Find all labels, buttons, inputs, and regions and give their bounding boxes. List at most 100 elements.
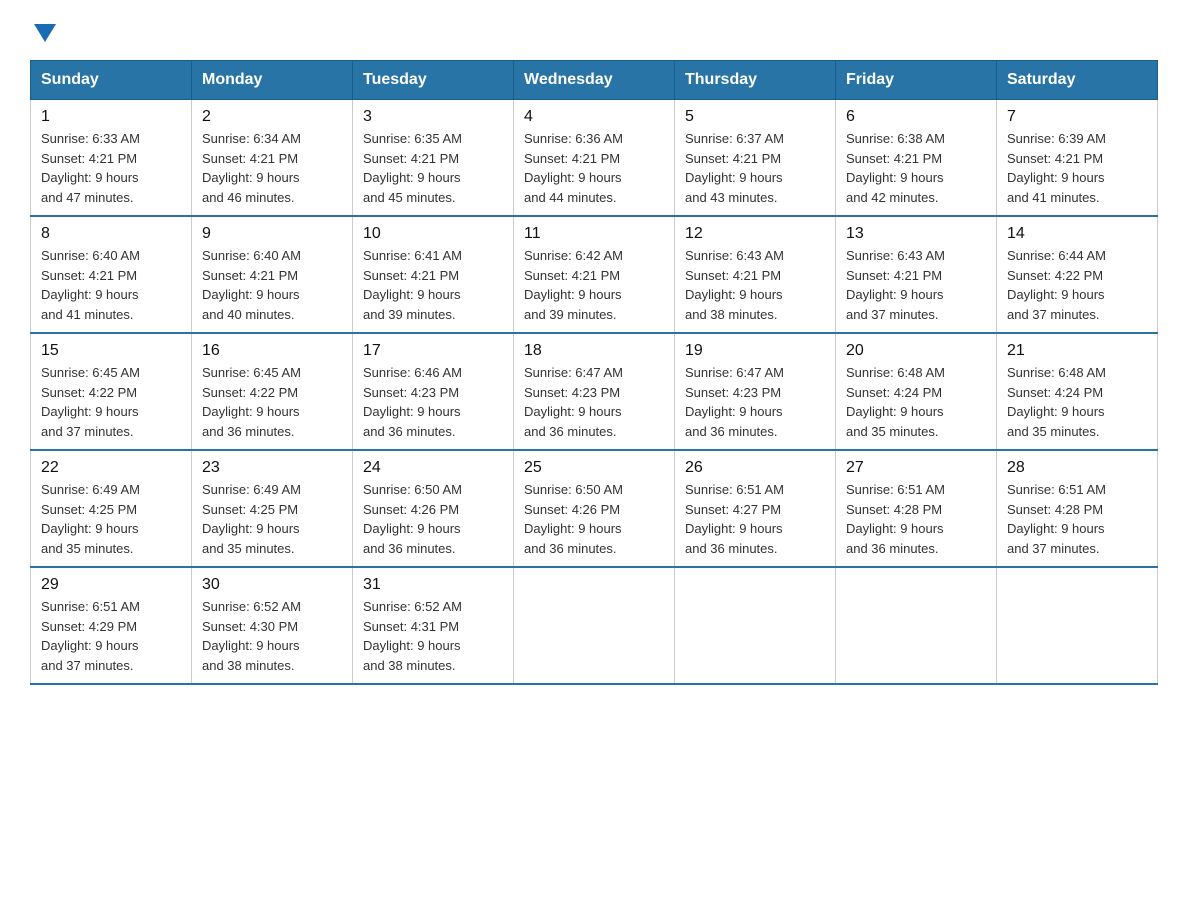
day-info: Sunrise: 6:43 AMSunset: 4:21 PMDaylight:… — [846, 246, 986, 324]
day-number: 23 — [202, 459, 342, 477]
day-cell: 3 Sunrise: 6:35 AMSunset: 4:21 PMDaylight… — [353, 100, 514, 217]
day-number: 17 — [363, 342, 503, 360]
day-cell: 15 Sunrise: 6:45 AMSunset: 4:22 PMDayligh… — [31, 333, 192, 450]
day-number: 3 — [363, 108, 503, 126]
day-info: Sunrise: 6:51 AMSunset: 4:28 PMDaylight:… — [1007, 480, 1147, 558]
day-cell: 24 Sunrise: 6:50 AMSunset: 4:26 PMDayligh… — [353, 450, 514, 567]
day-number: 7 — [1007, 108, 1147, 126]
day-number: 16 — [202, 342, 342, 360]
day-cell: 21Sunrise: 6:48 AMSunset: 4:24 PMDayligh… — [997, 333, 1158, 450]
day-info: Sunrise: 6:36 AMSunset: 4:21 PMDaylight:… — [524, 129, 664, 207]
day-info: Sunrise: 6:49 AMSunset: 4:25 PMDaylight:… — [41, 480, 181, 558]
day-number: 19 — [685, 342, 825, 360]
day-header-thursday: Thursday — [675, 61, 836, 100]
day-info: Sunrise: 6:41 AMSunset: 4:21 PMDaylight:… — [363, 246, 503, 324]
day-header-wednesday: Wednesday — [514, 61, 675, 100]
day-cell — [514, 567, 675, 684]
day-cell: 13 Sunrise: 6:43 AMSunset: 4:21 PMDayligh… — [836, 216, 997, 333]
day-number: 9 — [202, 225, 342, 243]
day-header-sunday: Sunday — [31, 61, 192, 100]
day-info: Sunrise: 6:37 AMSunset: 4:21 PMDaylight:… — [685, 129, 825, 207]
calendar-body: 1Sunrise: 6:33 AMSunset: 4:21 PMDaylight… — [31, 100, 1158, 685]
day-info: Sunrise: 6:34 AMSunset: 4:21 PMDaylight:… — [202, 129, 342, 207]
day-cell: 5 Sunrise: 6:37 AMSunset: 4:21 PMDaylight… — [675, 100, 836, 217]
week-row-2: 8 Sunrise: 6:40 AMSunset: 4:21 PMDaylight… — [31, 216, 1158, 333]
day-number: 28 — [1007, 459, 1147, 477]
day-number: 5 — [685, 108, 825, 126]
day-cell: 20 Sunrise: 6:48 AMSunset: 4:24 PMDayligh… — [836, 333, 997, 450]
day-info: Sunrise: 6:48 AMSunset: 4:24 PMDaylight:… — [846, 363, 986, 441]
day-info: Sunrise: 6:35 AMSunset: 4:21 PMDaylight:… — [363, 129, 503, 207]
day-number: 11 — [524, 225, 664, 243]
day-info: Sunrise: 6:42 AMSunset: 4:21 PMDaylight:… — [524, 246, 664, 324]
day-header-tuesday: Tuesday — [353, 61, 514, 100]
day-cell: 7 Sunrise: 6:39 AMSunset: 4:21 PMDaylight… — [997, 100, 1158, 217]
day-cell: 4Sunrise: 6:36 AMSunset: 4:21 PMDaylight… — [514, 100, 675, 217]
day-cell: 18 Sunrise: 6:47 AMSunset: 4:23 PMDayligh… — [514, 333, 675, 450]
day-number: 6 — [846, 108, 986, 126]
day-number: 31 — [363, 576, 503, 594]
day-info: Sunrise: 6:51 AMSunset: 4:29 PMDaylight:… — [41, 597, 181, 675]
day-info: Sunrise: 6:50 AMSunset: 4:26 PMDaylight:… — [363, 480, 503, 558]
calendar-header: SundayMondayTuesdayWednesdayThursdayFrid… — [31, 61, 1158, 100]
day-header-row: SundayMondayTuesdayWednesdayThursdayFrid… — [31, 61, 1158, 100]
day-number: 18 — [524, 342, 664, 360]
day-info: Sunrise: 6:47 AMSunset: 4:23 PMDaylight:… — [524, 363, 664, 441]
day-cell: 23 Sunrise: 6:49 AMSunset: 4:25 PMDayligh… — [192, 450, 353, 567]
day-cell: 29 Sunrise: 6:51 AMSunset: 4:29 PMDayligh… — [31, 567, 192, 684]
day-number: 1 — [41, 108, 181, 126]
day-number: 10 — [363, 225, 503, 243]
day-cell: 12 Sunrise: 6:43 AMSunset: 4:21 PMDayligh… — [675, 216, 836, 333]
day-cell: 16 Sunrise: 6:45 AMSunset: 4:22 PMDayligh… — [192, 333, 353, 450]
day-cell: 2Sunrise: 6:34 AMSunset: 4:21 PMDaylight… — [192, 100, 353, 217]
day-cell: 6 Sunrise: 6:38 AMSunset: 4:21 PMDaylight… — [836, 100, 997, 217]
day-number: 25 — [524, 459, 664, 477]
day-info: Sunrise: 6:38 AMSunset: 4:21 PMDaylight:… — [846, 129, 986, 207]
day-number: 15 — [41, 342, 181, 360]
day-info: Sunrise: 6:43 AMSunset: 4:21 PMDaylight:… — [685, 246, 825, 324]
day-number: 22 — [41, 459, 181, 477]
day-cell: 30 Sunrise: 6:52 AMSunset: 4:30 PMDayligh… — [192, 567, 353, 684]
day-info: Sunrise: 6:51 AMSunset: 4:27 PMDaylight:… — [685, 480, 825, 558]
day-number: 13 — [846, 225, 986, 243]
day-number: 26 — [685, 459, 825, 477]
day-number: 30 — [202, 576, 342, 594]
day-cell: 8Sunrise: 6:40 AMSunset: 4:21 PMDaylight… — [31, 216, 192, 333]
day-number: 20 — [846, 342, 986, 360]
day-number: 29 — [41, 576, 181, 594]
day-number: 21 — [1007, 342, 1147, 360]
day-number: 12 — [685, 225, 825, 243]
day-info: Sunrise: 6:39 AMSunset: 4:21 PMDaylight:… — [1007, 129, 1147, 207]
day-info: Sunrise: 6:44 AMSunset: 4:22 PMDaylight:… — [1007, 246, 1147, 324]
day-number: 8 — [41, 225, 181, 243]
calendar-table: SundayMondayTuesdayWednesdayThursdayFrid… — [30, 60, 1158, 685]
day-number: 24 — [363, 459, 503, 477]
day-cell: 31 Sunrise: 6:52 AMSunset: 4:31 PMDayligh… — [353, 567, 514, 684]
day-header-friday: Friday — [836, 61, 997, 100]
day-info: Sunrise: 6:52 AMSunset: 4:30 PMDaylight:… — [202, 597, 342, 675]
day-info: Sunrise: 6:49 AMSunset: 4:25 PMDaylight:… — [202, 480, 342, 558]
day-info: Sunrise: 6:47 AMSunset: 4:23 PMDaylight:… — [685, 363, 825, 441]
day-info: Sunrise: 6:45 AMSunset: 4:22 PMDaylight:… — [41, 363, 181, 441]
day-number: 27 — [846, 459, 986, 477]
day-info: Sunrise: 6:45 AMSunset: 4:22 PMDaylight:… — [202, 363, 342, 441]
week-row-5: 29 Sunrise: 6:51 AMSunset: 4:29 PMDayligh… — [31, 567, 1158, 684]
day-cell: 26 Sunrise: 6:51 AMSunset: 4:27 PMDayligh… — [675, 450, 836, 567]
week-row-3: 15 Sunrise: 6:45 AMSunset: 4:22 PMDayligh… — [31, 333, 1158, 450]
day-cell: 22 Sunrise: 6:49 AMSunset: 4:25 PMDayligh… — [31, 450, 192, 567]
day-cell — [675, 567, 836, 684]
day-info: Sunrise: 6:40 AMSunset: 4:21 PMDaylight:… — [202, 246, 342, 324]
day-cell: 17Sunrise: 6:46 AMSunset: 4:23 PMDayligh… — [353, 333, 514, 450]
day-cell — [836, 567, 997, 684]
day-info: Sunrise: 6:52 AMSunset: 4:31 PMDaylight:… — [363, 597, 503, 675]
logo-triangle-icon — [34, 24, 56, 42]
day-cell: 9 Sunrise: 6:40 AMSunset: 4:21 PMDaylight… — [192, 216, 353, 333]
day-cell: 27 Sunrise: 6:51 AMSunset: 4:28 PMDayligh… — [836, 450, 997, 567]
day-cell: 1Sunrise: 6:33 AMSunset: 4:21 PMDaylight… — [31, 100, 192, 217]
day-cell: 14Sunrise: 6:44 AMSunset: 4:22 PMDayligh… — [997, 216, 1158, 333]
day-cell: 25Sunrise: 6:50 AMSunset: 4:26 PMDayligh… — [514, 450, 675, 567]
day-cell: 19 Sunrise: 6:47 AMSunset: 4:23 PMDayligh… — [675, 333, 836, 450]
day-info: Sunrise: 6:51 AMSunset: 4:28 PMDaylight:… — [846, 480, 986, 558]
day-header-monday: Monday — [192, 61, 353, 100]
day-cell — [997, 567, 1158, 684]
